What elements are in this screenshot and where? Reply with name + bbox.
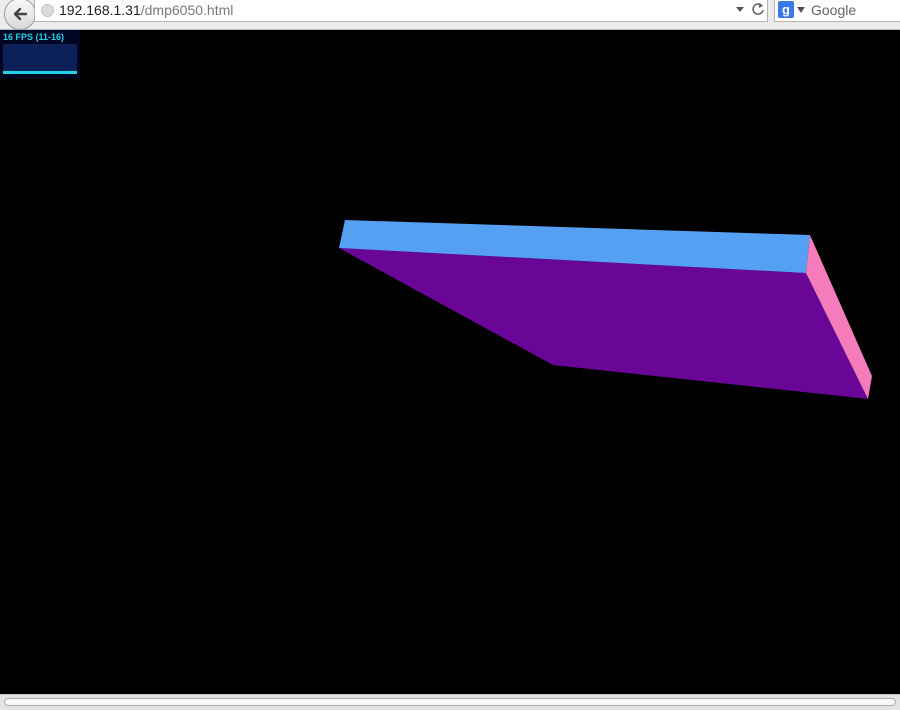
search-placeholder: Google — [811, 2, 857, 18]
dropdown-arrow-icon[interactable] — [735, 4, 745, 14]
horizontal-scrollbar[interactable] — [0, 694, 900, 710]
back-arrow-icon — [13, 7, 28, 21]
webgl-canvas[interactable]: 16 FPS (11-16) — [0, 30, 900, 694]
3d-scene — [339, 220, 872, 399]
back-button[interactable] — [4, 0, 36, 30]
url-path: /dmp6050.html — [140, 2, 234, 18]
google-icon[interactable]: g — [778, 1, 794, 18]
search-bar[interactable]: g Google — [774, 0, 900, 22]
browser-toolbar: 192.168.1.31/dmp6050.html g Google — [0, 0, 900, 30]
reload-icon[interactable] — [751, 2, 765, 16]
search-engine-dropdown-icon[interactable] — [797, 7, 805, 13]
url-text[interactable]: 192.168.1.31/dmp6050.html — [59, 1, 233, 19]
url-host: 192.168.1.31 — [59, 2, 141, 18]
scrollbar-thumb[interactable] — [4, 698, 896, 706]
address-bar[interactable]: 192.168.1.31/dmp6050.html — [34, 0, 768, 22]
globe-icon — [41, 4, 54, 17]
